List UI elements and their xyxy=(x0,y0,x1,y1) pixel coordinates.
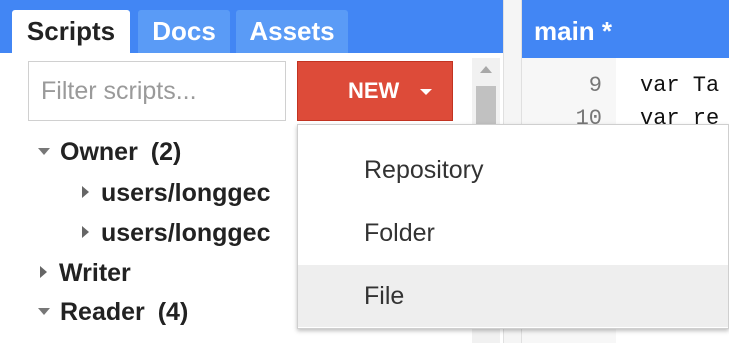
editor-tab-header[interactable]: main * xyxy=(522,0,729,58)
new-dropdown-menu: Repository Folder File xyxy=(297,124,729,329)
menu-item-folder[interactable]: Folder xyxy=(298,202,728,264)
editor-file-title: main * xyxy=(534,16,613,46)
tab-scripts[interactable]: Scripts xyxy=(12,10,130,53)
tree-item-repo[interactable]: users/longgec xyxy=(82,178,271,208)
menu-item-repository[interactable]: Repository xyxy=(298,139,728,201)
menu-item-file[interactable]: File xyxy=(298,265,728,327)
collapsed-triangle-icon[interactable] xyxy=(82,226,89,239)
filter-scripts-input[interactable] xyxy=(28,61,286,121)
tree-folder-owner[interactable]: Owner (2) xyxy=(38,137,181,167)
expand-down-triangle-icon[interactable] xyxy=(38,147,50,155)
new-button[interactable]: NEW xyxy=(297,61,453,121)
script-editor-window: Scripts Docs Assets NEW Owner (2) users/… xyxy=(0,0,729,343)
new-button-label: NEW xyxy=(348,78,400,103)
tab-docs[interactable]: Docs xyxy=(138,10,230,53)
collapsed-triangle-icon[interactable] xyxy=(40,266,47,279)
tree-folder-label: Reader xyxy=(60,298,145,326)
panel-tab-bar: Scripts Docs Assets xyxy=(0,0,503,53)
line-number: 9 xyxy=(588,73,602,98)
tree-folder-reader[interactable]: Reader (4) xyxy=(38,297,188,327)
tree-item-label: users/longgec xyxy=(101,179,271,207)
expand-down-triangle-icon[interactable] xyxy=(38,307,50,315)
collapsed-triangle-icon[interactable] xyxy=(82,186,89,199)
tree-folder-label: Owner xyxy=(60,138,138,166)
tab-assets[interactable]: Assets xyxy=(236,10,348,53)
tree-folder-count: (4) xyxy=(157,298,189,326)
code-line[interactable]: var Ta xyxy=(640,73,719,98)
tree-item-repo[interactable]: users/longgec xyxy=(82,218,271,248)
tree-folder-count: (2) xyxy=(150,138,182,166)
tree-item-label: users/longgec xyxy=(101,219,271,247)
tree-folder-label: Writer xyxy=(59,259,131,287)
caret-down-icon xyxy=(420,89,432,95)
tree-folder-writer[interactable]: Writer xyxy=(40,258,131,288)
scroll-up-arrow-icon[interactable] xyxy=(480,66,492,73)
